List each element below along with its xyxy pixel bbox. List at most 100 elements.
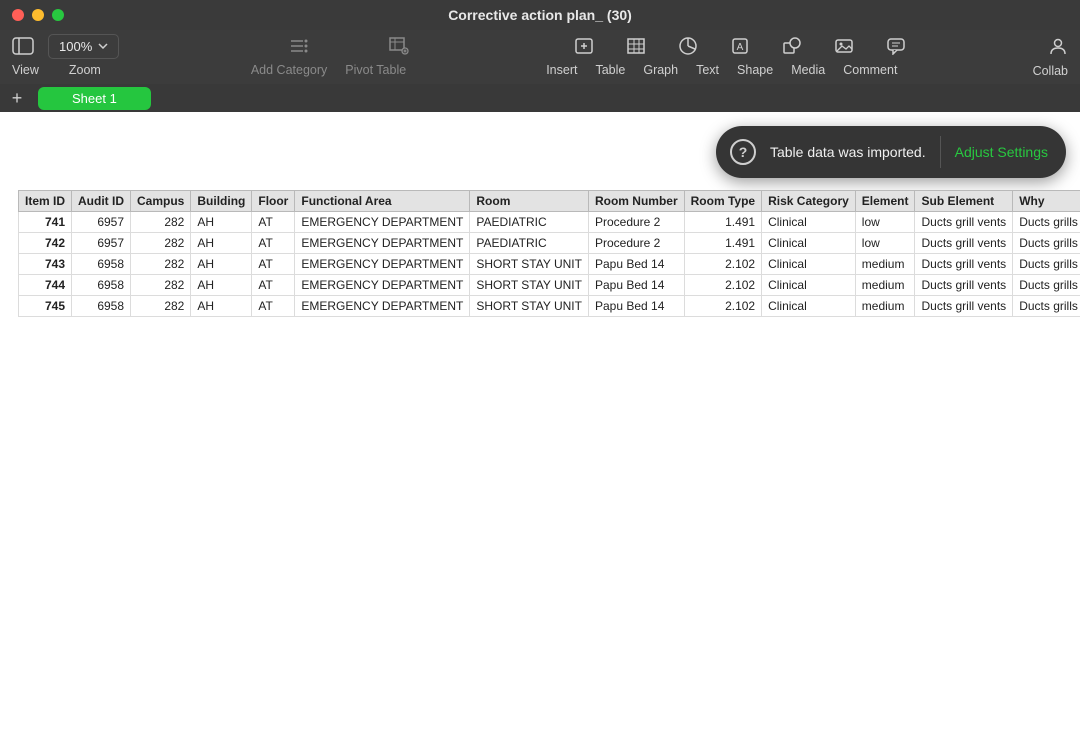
cell-room[interactable]: PAEDIATRIC bbox=[470, 233, 589, 254]
pivot-table-label[interactable]: Pivot Table bbox=[345, 63, 406, 77]
add-sheet-button[interactable]: + bbox=[6, 88, 28, 109]
cell-room-type[interactable]: 1.491 bbox=[684, 233, 761, 254]
cell-campus[interactable]: 282 bbox=[131, 296, 191, 317]
cell-element[interactable]: medium bbox=[855, 296, 915, 317]
cell-room[interactable]: SHORT STAY UNIT bbox=[470, 296, 589, 317]
add-category-icon[interactable] bbox=[289, 38, 309, 54]
cell-building[interactable]: AH bbox=[191, 233, 252, 254]
cell-floor[interactable]: AT bbox=[252, 275, 295, 296]
col-element[interactable]: Element bbox=[855, 191, 915, 212]
cell-building[interactable]: AH bbox=[191, 212, 252, 233]
minimize-window-button[interactable] bbox=[32, 9, 44, 21]
cell-sub-element[interactable]: Ducts grill vents bbox=[915, 296, 1013, 317]
col-risk-category[interactable]: Risk Category bbox=[762, 191, 856, 212]
table-row[interactable]: 7426957282AHATEMERGENCY DEPARTMENTPAEDIA… bbox=[19, 233, 1080, 254]
cell-room-number[interactable]: Procedure 2 bbox=[588, 212, 684, 233]
maximize-window-button[interactable] bbox=[52, 9, 64, 21]
cell-element[interactable]: medium bbox=[855, 254, 915, 275]
cell-building[interactable]: AH bbox=[191, 254, 252, 275]
table-row[interactable]: 7436958282AHATEMERGENCY DEPARTMENTSHORT … bbox=[19, 254, 1080, 275]
cell-audit-id[interactable]: 6957 bbox=[72, 233, 131, 254]
cell-room-number[interactable]: Papu Bed 14 bbox=[588, 254, 684, 275]
col-item-id[interactable]: Item ID bbox=[19, 191, 72, 212]
cell-functional-area[interactable]: EMERGENCY DEPARTMENT bbox=[295, 296, 470, 317]
cell-room[interactable]: SHORT STAY UNIT bbox=[470, 275, 589, 296]
adjust-settings-button[interactable]: Adjust Settings bbox=[955, 144, 1048, 160]
cell-functional-area[interactable]: EMERGENCY DEPARTMENT bbox=[295, 275, 470, 296]
cell-campus[interactable]: 282 bbox=[131, 233, 191, 254]
col-room[interactable]: Room bbox=[470, 191, 589, 212]
cell-floor[interactable]: AT bbox=[252, 233, 295, 254]
cell-item-id[interactable]: 742 bbox=[19, 233, 72, 254]
view-label[interactable]: View bbox=[12, 63, 39, 77]
comment-label[interactable]: Comment bbox=[843, 63, 897, 77]
col-room-type[interactable]: Room Type bbox=[684, 191, 761, 212]
graph-label[interactable]: Graph bbox=[643, 63, 678, 77]
col-audit-id[interactable]: Audit ID bbox=[72, 191, 131, 212]
cell-sub-element[interactable]: Ducts grill vents bbox=[915, 212, 1013, 233]
cell-building[interactable]: AH bbox=[191, 275, 252, 296]
cell-risk-category[interactable]: Clinical bbox=[762, 212, 856, 233]
cell-room[interactable]: SHORT STAY UNIT bbox=[470, 254, 589, 275]
data-table[interactable]: Item ID Audit ID Campus Building Floor F… bbox=[18, 190, 1080, 317]
graph-icon[interactable] bbox=[678, 36, 698, 56]
text-label[interactable]: Text bbox=[696, 63, 719, 77]
cell-item-id[interactable]: 744 bbox=[19, 275, 72, 296]
table-icon[interactable] bbox=[626, 37, 646, 55]
shape-icon[interactable] bbox=[782, 37, 802, 55]
cell-risk-category[interactable]: Clinical bbox=[762, 254, 856, 275]
cell-element[interactable]: low bbox=[855, 212, 915, 233]
sidebar-toggle-icon[interactable] bbox=[12, 37, 34, 55]
cell-room[interactable]: PAEDIATRIC bbox=[470, 212, 589, 233]
cell-building[interactable]: AH bbox=[191, 296, 252, 317]
cell-risk-category[interactable]: Clinical bbox=[762, 275, 856, 296]
cell-element[interactable]: low bbox=[855, 233, 915, 254]
zoom-label[interactable]: Zoom bbox=[69, 63, 101, 77]
comment-icon[interactable] bbox=[886, 37, 906, 55]
cell-room-number[interactable]: Papu Bed 14 bbox=[588, 296, 684, 317]
cell-why[interactable]: Ducts grills and vents are in place and bbox=[1013, 254, 1080, 275]
cell-audit-id[interactable]: 6957 bbox=[72, 212, 131, 233]
cell-why[interactable]: Ducts grills and vents are free from du bbox=[1013, 275, 1080, 296]
add-category-label[interactable]: Add Category bbox=[251, 63, 327, 77]
cell-campus[interactable]: 282 bbox=[131, 275, 191, 296]
cell-why[interactable]: Ducts grills and vents are in place and bbox=[1013, 212, 1080, 233]
col-floor[interactable]: Floor bbox=[252, 191, 295, 212]
cell-room-number[interactable]: Procedure 2 bbox=[588, 233, 684, 254]
pivot-table-icon[interactable] bbox=[389, 37, 409, 55]
cell-risk-category[interactable]: Clinical bbox=[762, 233, 856, 254]
col-why[interactable]: Why bbox=[1013, 191, 1080, 212]
cell-item-id[interactable]: 743 bbox=[19, 254, 72, 275]
collaborate-icon[interactable] bbox=[1048, 36, 1068, 56]
media-label[interactable]: Media bbox=[791, 63, 825, 77]
cell-floor[interactable]: AT bbox=[252, 212, 295, 233]
collaborate-label[interactable]: Collab bbox=[1033, 64, 1068, 78]
cell-room-type[interactable]: 2.102 bbox=[684, 254, 761, 275]
cell-sub-element[interactable]: Ducts grill vents bbox=[915, 254, 1013, 275]
cell-risk-category[interactable]: Clinical bbox=[762, 296, 856, 317]
insert-icon[interactable] bbox=[574, 37, 594, 55]
col-building[interactable]: Building bbox=[191, 191, 252, 212]
cell-room-type[interactable]: 1.491 bbox=[684, 212, 761, 233]
cell-item-id[interactable]: 745 bbox=[19, 296, 72, 317]
table-row[interactable]: 7446958282AHATEMERGENCY DEPARTMENTSHORT … bbox=[19, 275, 1080, 296]
col-functional-area[interactable]: Functional Area bbox=[295, 191, 470, 212]
text-icon[interactable]: A bbox=[730, 37, 750, 55]
cell-audit-id[interactable]: 6958 bbox=[72, 275, 131, 296]
spreadsheet-canvas[interactable]: ? Table data was imported. Adjust Settin… bbox=[0, 112, 1080, 735]
cell-why[interactable]: Ducts grills and vents are intact and n bbox=[1013, 233, 1080, 254]
media-icon[interactable] bbox=[834, 37, 854, 55]
cell-item-id[interactable]: 741 bbox=[19, 212, 72, 233]
zoom-dropdown[interactable]: 100% bbox=[48, 34, 119, 59]
table-row[interactable]: 7456958282AHATEMERGENCY DEPARTMENTSHORT … bbox=[19, 296, 1080, 317]
cell-functional-area[interactable]: EMERGENCY DEPARTMENT bbox=[295, 233, 470, 254]
cell-functional-area[interactable]: EMERGENCY DEPARTMENT bbox=[295, 212, 470, 233]
cell-room-number[interactable]: Papu Bed 14 bbox=[588, 275, 684, 296]
cell-floor[interactable]: AT bbox=[252, 296, 295, 317]
cell-why[interactable]: Ducts grills and vents are intact and n bbox=[1013, 296, 1080, 317]
cell-audit-id[interactable]: 6958 bbox=[72, 296, 131, 317]
col-room-number[interactable]: Room Number bbox=[588, 191, 684, 212]
cell-sub-element[interactable]: Ducts grill vents bbox=[915, 275, 1013, 296]
sheet-tab-active[interactable]: Sheet 1 bbox=[38, 87, 151, 110]
table-row[interactable]: 7416957282AHATEMERGENCY DEPARTMENTPAEDIA… bbox=[19, 212, 1080, 233]
